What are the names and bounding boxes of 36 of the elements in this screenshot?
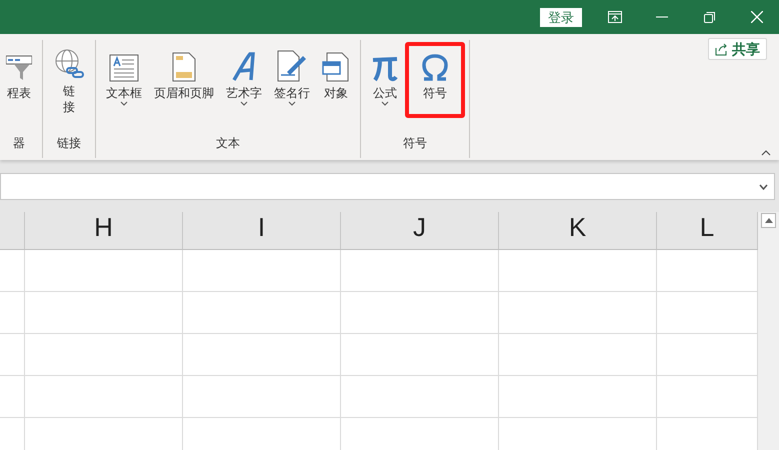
ribbon-button[interactable]: 程表 (0, 42, 38, 118)
group-label: 符号 (402, 135, 428, 152)
expand-icon[interactable] (759, 184, 768, 190)
close-icon[interactable] (751, 11, 763, 23)
group-label: 文本 (215, 135, 241, 152)
vertical-scrollbar[interactable] (758, 212, 779, 450)
column-header[interactable]: J (341, 212, 499, 249)
group-label: 链接 (56, 135, 82, 152)
ribbon-button[interactable]: 公式 (365, 42, 405, 118)
ribbon-button[interactable]: 艺术字 (220, 42, 268, 118)
column-header[interactable]: H (25, 212, 183, 249)
minimize-icon[interactable] (656, 16, 668, 18)
collapse-ribbon-icon[interactable] (761, 150, 771, 156)
login-button[interactable]: 登录 (540, 8, 582, 26)
omega-icon (421, 54, 449, 82)
column-header[interactable]: I (183, 212, 341, 249)
stylized-letter-icon (231, 52, 257, 82)
ribbon-button[interactable]: 链接 (47, 42, 91, 118)
ribbon-button[interactable]: 文本框 (100, 42, 148, 118)
share-icon (715, 42, 728, 56)
column-header[interactable]: K (499, 212, 657, 249)
page-icon (172, 52, 196, 82)
ribbon-display-icon[interactable] (608, 11, 622, 23)
ribbon-button[interactable]: 对象 (316, 42, 356, 118)
ribbon-button[interactable]: 签名行 (268, 42, 316, 118)
pi-icon (371, 54, 399, 82)
globe-link-icon (53, 48, 85, 80)
scroll-up-icon[interactable] (764, 218, 772, 223)
group-label: 器 (12, 135, 26, 152)
restore-icon[interactable] (704, 12, 715, 22)
ribbon-button[interactable]: 页眉和页脚 (148, 42, 220, 118)
ribbon-button[interactable]: 符号 (405, 42, 465, 118)
signature-pen-icon (277, 50, 307, 82)
object-icon (322, 52, 350, 82)
share-button[interactable]: 共享 (708, 38, 767, 60)
text-box-icon (109, 54, 139, 82)
